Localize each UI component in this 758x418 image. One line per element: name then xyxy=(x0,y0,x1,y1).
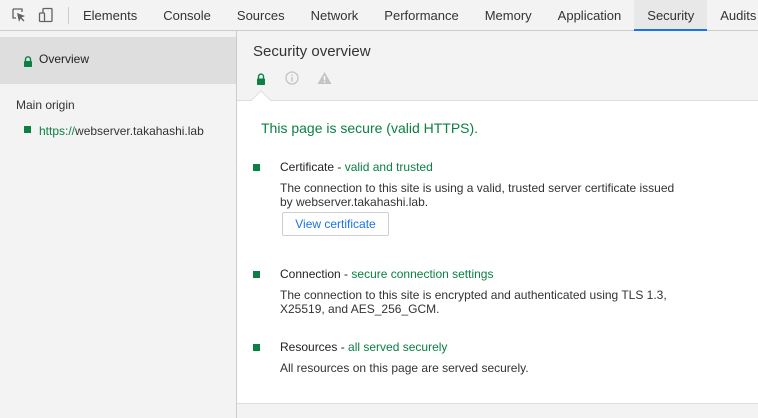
tab-performance[interactable]: Performance xyxy=(371,0,471,31)
security-overview-header: Security overview xyxy=(237,31,758,110)
origin-scheme: https:// xyxy=(39,124,76,138)
section-title: Certificate - valid and trusted xyxy=(280,160,433,174)
security-sidebar: Overview Main origin https://webserver.t… xyxy=(0,31,237,418)
resources-section: Resources - all served securely All reso… xyxy=(237,339,758,389)
sidebar-item-overview[interactable]: Overview xyxy=(0,37,236,84)
origin-host: webserver.takahashi.lab xyxy=(75,124,204,138)
warning-icon xyxy=(317,71,332,90)
section-name: Connection xyxy=(280,267,341,281)
tab-sources[interactable]: Sources xyxy=(224,0,298,31)
main-origin-heading: Main origin xyxy=(16,98,75,112)
page-title: Security overview xyxy=(253,43,371,60)
security-summary: This page is secure (valid HTTPS). xyxy=(261,120,479,136)
section-description: The connection to this site is encrypted… xyxy=(280,288,667,316)
lock-icon xyxy=(23,54,33,72)
section-status: valid and trusted xyxy=(344,160,433,174)
section-description: The connection to this site is using a v… xyxy=(280,181,675,209)
toolbar-divider xyxy=(68,7,69,24)
section-name: Resources xyxy=(280,340,338,354)
tab-elements[interactable]: Elements xyxy=(70,0,150,31)
origin-url: https://webserver.takahashi.lab xyxy=(39,123,204,139)
section-description: All resources on this page are served se… xyxy=(280,361,529,375)
connection-section: Connection - secure connection settings … xyxy=(237,266,758,326)
secure-status-icon xyxy=(24,126,31,133)
tab-memory[interactable]: Memory xyxy=(472,0,545,31)
panel-footer xyxy=(237,403,758,418)
section-title: Connection - secure connection settings xyxy=(280,267,494,281)
sidebar-item-main-origin[interactable]: https://webserver.takahashi.lab xyxy=(0,121,236,141)
device-toolbar-icon[interactable] xyxy=(38,7,54,23)
secure-status-icon xyxy=(253,271,260,278)
panel-tabs: Elements Console Sources Network Perform… xyxy=(70,0,758,31)
info-icon xyxy=(285,71,299,90)
section-status: secure connection settings xyxy=(351,267,494,281)
tab-audits[interactable]: Audits xyxy=(707,0,758,31)
tab-console[interactable]: Console xyxy=(150,0,224,31)
certificate-section: Certificate - valid and trusted The conn… xyxy=(237,159,758,241)
sidebar-item-label: Overview xyxy=(39,52,90,66)
inspect-element-icon[interactable] xyxy=(11,7,27,23)
section-status: all served securely xyxy=(348,340,448,354)
section-title: Resources - all served securely xyxy=(280,340,448,354)
secure-status-icon xyxy=(253,164,260,171)
tab-application[interactable]: Application xyxy=(545,0,635,31)
section-name: Certificate xyxy=(280,160,335,174)
view-certificate-button[interactable]: View certificate xyxy=(282,212,389,236)
lock-icon xyxy=(256,72,266,90)
tab-network[interactable]: Network xyxy=(298,0,372,31)
tab-security[interactable]: Security xyxy=(634,0,708,31)
devtools-toolbar: Elements Console Sources Network Perform… xyxy=(0,0,758,31)
security-main-panel: Security overview This page is secure (v… xyxy=(237,31,758,418)
selected-pointer xyxy=(251,90,271,110)
secure-status-icon xyxy=(253,344,260,351)
